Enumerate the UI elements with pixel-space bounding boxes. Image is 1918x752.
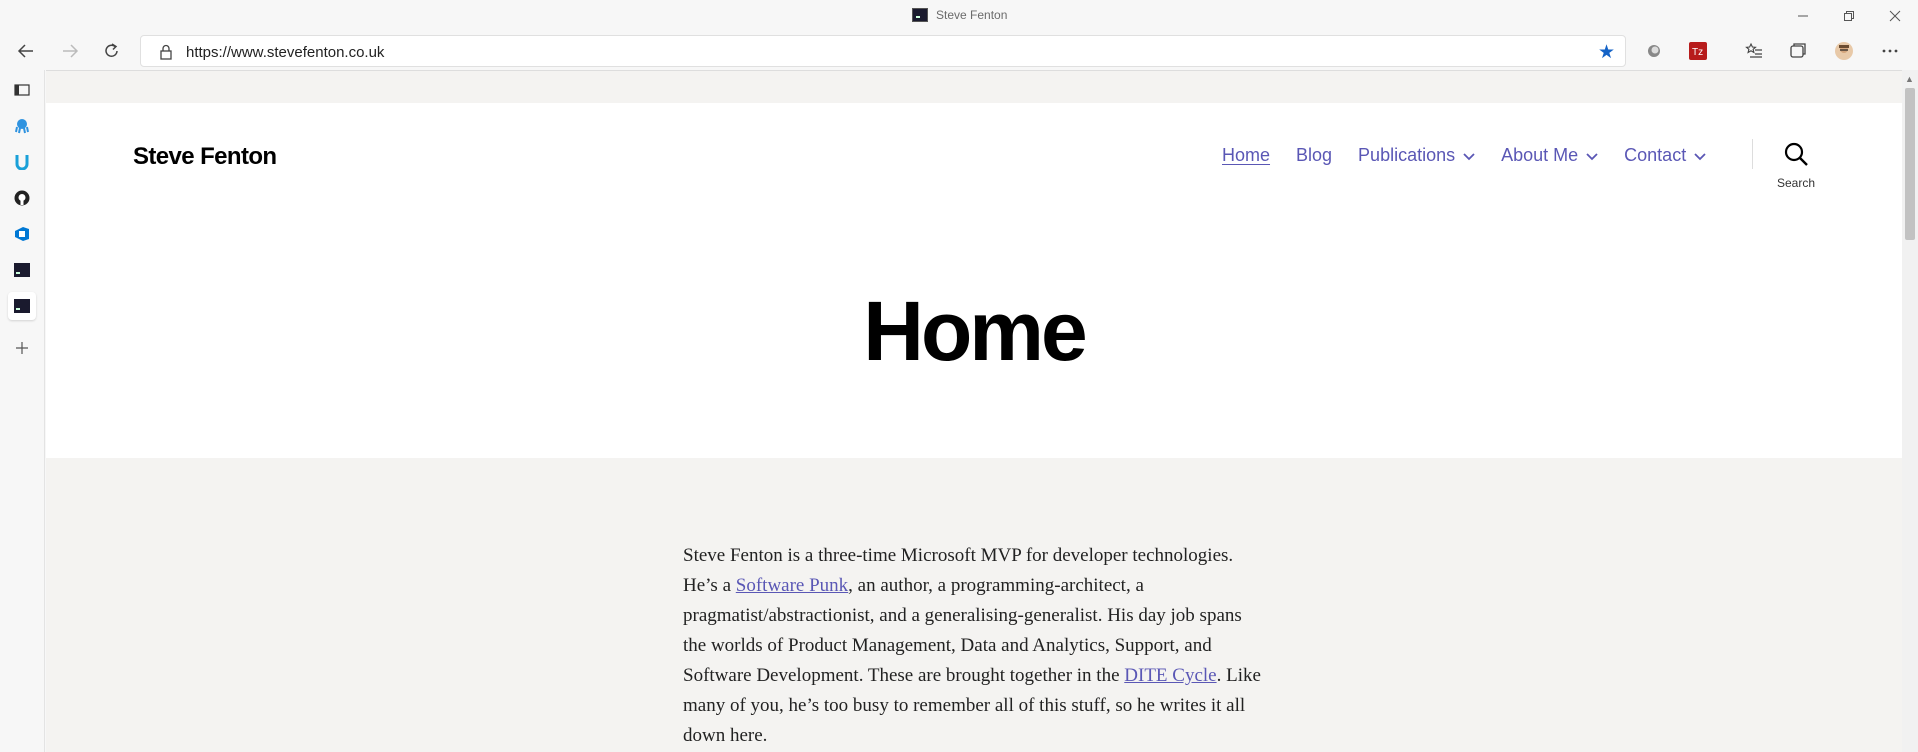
extension-circle-button[interactable] [1638, 35, 1670, 67]
nav-label: About Me [1501, 145, 1579, 165]
tab-github[interactable] [8, 184, 36, 212]
refresh-button[interactable] [96, 35, 128, 67]
extension-tz-button[interactable]: Tz [1682, 35, 1714, 67]
back-arrow-icon [17, 44, 33, 58]
nav-divider [1752, 139, 1753, 169]
nav-item-contact[interactable]: Contact [1624, 145, 1706, 166]
web-page: Steve Fenton Home Blog Publications Abou… [46, 70, 1902, 752]
forward-button[interactable] [54, 35, 86, 67]
tab-u[interactable] [8, 148, 36, 176]
site-header: Steve Fenton Home Blog Publications Abou… [46, 103, 1902, 458]
software-punk-link[interactable]: Software Punk [736, 575, 848, 596]
search-label: Search [1776, 176, 1816, 190]
browser-toolbar: https://www.stevefenton.co.uk ★ Tz [0, 32, 1918, 70]
intro-paragraph: Steve Fenton is a three-time Microsoft M… [683, 541, 1263, 751]
minimize-button[interactable] [1780, 0, 1826, 32]
primary-nav: Home Blog Publications About Me Contact [1222, 145, 1732, 166]
octopus-icon [15, 119, 29, 134]
tab-terminal[interactable] [8, 256, 36, 284]
vertical-scrollbar[interactable]: ▲ [1902, 70, 1918, 752]
nav-item-home[interactable]: Home [1222, 145, 1270, 166]
window-title-text: Steve Fenton [936, 8, 1008, 22]
restore-button[interactable] [1826, 0, 1872, 32]
nav-item-blog[interactable]: Blog [1296, 145, 1332, 166]
chevron-down-icon [1586, 152, 1598, 160]
more-menu-button[interactable] [1874, 35, 1906, 67]
search-toggle-button[interactable]: Search [1766, 141, 1826, 190]
forward-arrow-icon [63, 44, 79, 58]
nav-label: Home [1222, 145, 1271, 165]
azure-devops-icon [15, 227, 29, 241]
search-icon [1784, 142, 1808, 166]
profile-button[interactable] [1828, 35, 1860, 67]
nav-label: Contact [1624, 145, 1687, 165]
dite-cycle-link[interactable]: DITE Cycle [1124, 665, 1216, 686]
collections-icon [1790, 43, 1806, 58]
nav-item-publications[interactable]: Publications [1358, 145, 1475, 166]
address-bar[interactable]: https://www.stevefenton.co.uk ★ [140, 35, 1626, 67]
svg-text:Tz: Tz [1692, 47, 1703, 58]
favorite-star-icon[interactable]: ★ [1598, 41, 1615, 64]
terminal-icon-active [14, 299, 30, 313]
tab-octopus[interactable] [8, 112, 36, 140]
circle-extension-icon [1648, 45, 1660, 57]
more-dots-icon [1882, 49, 1898, 53]
tz-extension-icon: Tz [1689, 42, 1707, 60]
github-icon [14, 190, 30, 206]
tab-actions-button[interactable] [8, 76, 36, 104]
terminal-icon [14, 263, 30, 277]
site-favicon-icon [912, 8, 928, 22]
chevron-down-icon [1694, 152, 1706, 160]
vertical-tabs-sidebar [0, 70, 45, 752]
back-button[interactable] [10, 35, 42, 67]
avatar [1835, 42, 1853, 60]
nav-label: Blog [1296, 145, 1333, 165]
scroll-up-icon[interactable]: ▲ [1905, 74, 1914, 84]
tab-terminal-active[interactable] [8, 292, 36, 320]
url-text: https://www.stevefenton.co.uk [186, 44, 385, 61]
page-title: Home [863, 284, 1087, 378]
chevron-down-icon [1463, 152, 1475, 160]
u-icon [15, 155, 29, 170]
new-tab-button[interactable] [8, 334, 36, 362]
close-button[interactable] [1872, 0, 1918, 32]
window-title: Steve Fenton [912, 8, 1007, 22]
tab-azure-devops[interactable] [8, 220, 36, 248]
nav-label: Publications [1358, 145, 1456, 165]
scrollbar-thumb[interactable] [1905, 88, 1915, 240]
refresh-icon [105, 43, 118, 57]
title-bar: Steve Fenton [0, 0, 1918, 32]
favorites-button[interactable] [1738, 35, 1770, 67]
site-title-link[interactable]: Steve Fenton [133, 143, 277, 171]
add-icon [16, 342, 28, 354]
nav-item-about-me[interactable]: About Me [1501, 145, 1598, 166]
tab-actions-icon [14, 84, 30, 96]
collections-button[interactable] [1782, 35, 1814, 67]
lock-icon [160, 44, 172, 60]
favorites-list-icon [1745, 42, 1762, 58]
